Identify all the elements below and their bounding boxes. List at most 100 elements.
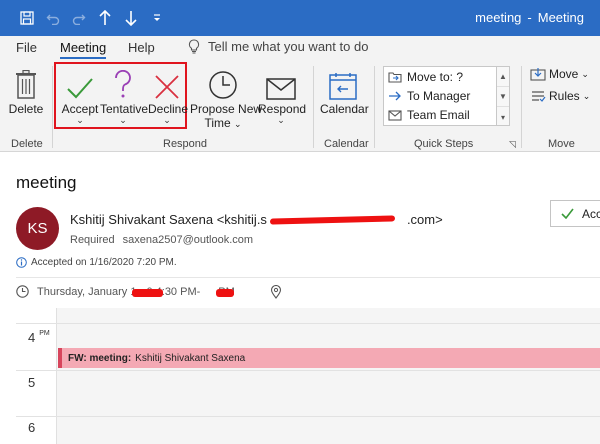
team-email-icon — [388, 110, 402, 121]
respond-button[interactable]: Respond ⌄ — [258, 64, 307, 125]
hour-divider — [16, 323, 600, 324]
clock-icon — [209, 71, 237, 99]
quick-step-move-to[interactable]: Move to: ? — [388, 70, 463, 84]
accept-reply-label: Acc — [582, 206, 600, 221]
propose-label-time: Time — [204, 116, 231, 130]
tell-me-text: Tell me what you want to do — [208, 39, 369, 54]
required-email[interactable]: saxena2507@outlook.com — [123, 234, 253, 246]
pm-marker: PM — [39, 330, 50, 337]
hour-label-6: 6 — [28, 420, 36, 435]
rules-label: Rules — [549, 89, 580, 103]
undo-icon[interactable] — [40, 8, 66, 28]
sender-name[interactable]: Kshitij Shivakant Saxena — [70, 212, 213, 227]
checkmark-icon — [561, 208, 574, 219]
group-label-delete: Delete — [11, 138, 43, 150]
envelope-icon — [266, 78, 296, 100]
menu-bar: File Meeting Help Tell me what you want … — [0, 36, 600, 60]
meeting-time-start: Thursday, January 1 — [37, 285, 137, 298]
quick-steps-scroller[interactable]: ▲ ▼ ▾ — [497, 66, 510, 126]
delete-button[interactable]: Delete — [8, 64, 44, 116]
window-subject: meeting — [475, 10, 522, 25]
chevron-down-icon: ⌄ — [234, 119, 242, 129]
trash-icon — [16, 70, 36, 99]
header-divider — [16, 277, 600, 278]
hour-label-4: 4 PM — [28, 330, 50, 345]
avatar-initials: KS — [27, 220, 48, 237]
redaction-mark — [216, 289, 234, 297]
required-attendees: Required saxena2507@outlook.com — [70, 234, 253, 246]
arrow-up-icon[interactable] — [92, 8, 118, 28]
ribbon-divider — [521, 66, 522, 148]
tab-meeting[interactable]: Meeting — [60, 40, 107, 59]
quick-access-toolbar — [14, 8, 170, 28]
time-gutter — [16, 308, 57, 444]
message-subject: meeting — [16, 173, 77, 192]
move-folder-icon — [530, 68, 546, 81]
dialog-launcher-icon[interactable]: ◹ — [509, 139, 516, 150]
chevron-down-icon: ⌄ — [163, 115, 171, 125]
avatar: KS — [16, 207, 59, 250]
meeting-event-block[interactable]: FW: meeting: Kshitij Shivakant Saxena — [58, 348, 600, 368]
chevron-down-icon: ⌄ — [119, 115, 127, 125]
accepted-on-text: Accepted on 1/16/2020 7:20 PM. — [31, 257, 177, 268]
accept-button[interactable]: Accept ⌄ — [60, 64, 100, 125]
location-pin-icon — [270, 285, 282, 299]
quick-steps-gallery: Move to: ? To Manager Team Email — [383, 66, 497, 126]
hour-divider — [16, 370, 600, 371]
calendar-button[interactable]: Calendar — [320, 64, 369, 116]
folder-move-icon — [388, 72, 402, 83]
move-label: Move — [549, 67, 579, 81]
save-icon[interactable] — [14, 8, 40, 28]
redo-icon[interactable] — [66, 8, 92, 28]
gallery-expand-icon[interactable]: ▾ — [497, 107, 509, 127]
forward-arrow-icon — [389, 91, 401, 101]
propose-label-line2: Time ⌄ — [190, 116, 256, 131]
customize-qat-icon[interactable] — [144, 8, 170, 28]
scroll-up-icon[interactable]: ▲ — [497, 67, 509, 87]
ribbon-divider — [374, 66, 375, 148]
move-button[interactable]: Move ⌄ — [530, 67, 589, 81]
rules-button[interactable]: Rules ⌄ — [530, 89, 590, 103]
group-label-quick-steps: Quick Steps — [414, 138, 474, 150]
scroll-down-icon[interactable]: ▼ — [497, 87, 509, 107]
window-app-name: Meeting — [537, 10, 584, 25]
tab-file[interactable]: File — [16, 40, 37, 55]
quick-step-to-manager[interactable]: To Manager — [388, 89, 470, 103]
hour-label-number: 4 — [28, 330, 36, 345]
title-bar: meeting - Meeting — [0, 0, 600, 36]
x-mark-icon — [155, 75, 179, 99]
quick-step-label: Team Email — [407, 108, 470, 122]
tab-help[interactable]: Help — [128, 40, 155, 55]
chevron-down-icon: ⌄ — [582, 90, 591, 101]
tell-me-search[interactable]: Tell me what you want to do — [188, 39, 368, 54]
quick-step-team-email[interactable]: Team Email — [388, 108, 470, 122]
ribbon: Delete Delete Accept ⌄ Tentative ⌄ Decli… — [0, 60, 600, 152]
quick-step-label: Move to: ? — [407, 70, 464, 84]
tentative-button[interactable]: Tentative ⌄ — [100, 64, 149, 125]
respond-label: Respond — [258, 102, 307, 116]
accept-label: Accept — [61, 102, 99, 116]
calendar-icon — [329, 73, 357, 100]
decline-label: Decline — [148, 102, 189, 116]
hour-label-5: 5 — [28, 375, 36, 390]
delete-label: Delete — [8, 102, 44, 116]
calendar-preview: 4 PM 5 6 FW: meeting: Kshitij Shivakant S… — [16, 308, 600, 444]
clock-icon — [16, 285, 29, 298]
accept-reply-button[interactable]: Acc — [550, 200, 600, 227]
chevron-down-icon: ⌄ — [581, 68, 589, 79]
tentative-label: Tentative — [100, 102, 149, 116]
event-organizer: Kshitij Shivakant Saxena — [135, 352, 246, 364]
sender-email-end: .com> — [406, 212, 443, 227]
sender-email-start: <kshitij.s — [216, 212, 267, 227]
calendar-label: Calendar — [320, 102, 369, 116]
arrow-down-icon[interactable] — [118, 8, 144, 28]
propose-new-time-button[interactable]: Propose New Time ⌄ — [190, 64, 262, 131]
redaction-mark — [132, 289, 163, 297]
chevron-down-icon: ⌄ — [277, 115, 285, 125]
window-title: meeting - Meeting — [475, 10, 584, 25]
group-label-calendar: Calendar — [324, 138, 369, 150]
hour-divider — [16, 416, 600, 417]
decline-button[interactable]: Decline ⌄ — [148, 64, 189, 125]
ribbon-divider — [52, 66, 53, 148]
rules-icon — [532, 91, 546, 102]
